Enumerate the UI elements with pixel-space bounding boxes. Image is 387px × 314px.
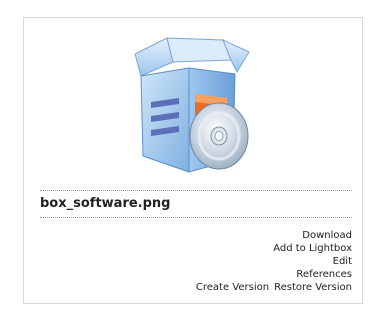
asset-card: box_software.png Download Add to Lightbo… [23, 17, 363, 304]
asset-thumbnail[interactable] [127, 32, 252, 182]
software-box-cd-icon [134, 37, 250, 173]
asset-filename: box_software.png [40, 196, 171, 211]
download-link[interactable]: Download [302, 230, 352, 241]
references-link[interactable]: References [296, 269, 352, 280]
edit-link[interactable]: Edit [333, 256, 352, 267]
divider [40, 190, 352, 191]
asset-actions: Download Add to Lightbox Edit References… [196, 229, 352, 294]
divider [40, 217, 352, 218]
create-version-link[interactable]: Create Version [196, 282, 269, 293]
restore-version-link[interactable]: Restore Version [274, 282, 352, 293]
add-to-lightbox-link[interactable]: Add to Lightbox [273, 243, 352, 254]
